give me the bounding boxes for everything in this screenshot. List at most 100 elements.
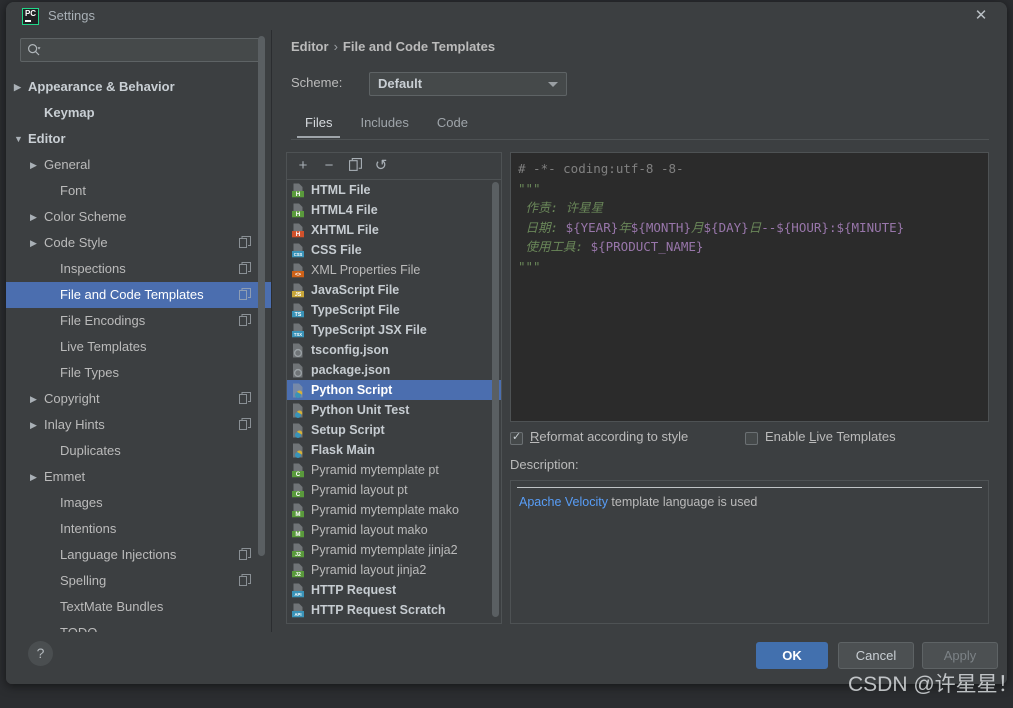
chevron-right-icon[interactable]: ▶ (30, 386, 40, 412)
template-list-item[interactable]: <> XML Properties File (287, 260, 501, 280)
templates-list: H HTML File H HTML4 File H XHTML File CSS CSS F… (287, 180, 501, 623)
sidebar-item-general[interactable]: ▶ General (6, 152, 271, 178)
apache-velocity-link[interactable]: Apache Velocity (519, 495, 608, 509)
template-list-item[interactable]: Setup Script (287, 420, 501, 440)
templates-scrollbar[interactable] (492, 182, 499, 617)
template-label: XHTML File (311, 223, 379, 237)
template-list-item[interactable]: Flask Main (287, 440, 501, 460)
sidebar-item-editor[interactable]: ▼ Editor (6, 126, 271, 152)
copy-template-button[interactable] (345, 156, 365, 176)
template-list-item[interactable]: Python Script (287, 380, 501, 400)
sidebar-item-inspections[interactable]: Inspections (6, 256, 271, 282)
chevron-right-icon[interactable]: ▶ (30, 152, 40, 178)
template-list-item[interactable]: M Pyramid mytemplate mako (287, 500, 501, 520)
chevron-down-icon[interactable]: ▼ (14, 126, 24, 152)
tab-code[interactable]: Code (423, 110, 482, 138)
template-list-item[interactable]: API HTTP Request (287, 580, 501, 600)
reset-template-button[interactable]: ↺ (371, 156, 391, 176)
template-list-item[interactable]: H HTML4 File (287, 200, 501, 220)
template-label: Pyramid mytemplate pt (311, 463, 439, 477)
close-icon[interactable]: ✕ (973, 8, 989, 24)
add-template-button[interactable]: + (293, 156, 313, 176)
title-bar: PC Settings ✕ (6, 2, 1007, 30)
sidebar-item-label: Font (60, 183, 87, 198)
sidebar-scrollbar[interactable] (258, 36, 265, 556)
template-list-item[interactable]: tsconfig.json (287, 340, 501, 360)
cancel-button[interactable]: Cancel (838, 642, 914, 669)
tab-files[interactable]: Files (291, 110, 346, 138)
tab-includes[interactable]: Includes (346, 110, 422, 138)
sidebar-item-duplicates[interactable]: Duplicates (6, 438, 271, 464)
sidebar-item-file-types[interactable]: File Types (6, 360, 271, 386)
template-list-item[interactable]: H XHTML File (287, 220, 501, 240)
sidebar-item-file-and-code-templates[interactable]: File and Code Templates (6, 282, 271, 308)
sidebar-item-live-templates[interactable]: Live Templates (6, 334, 271, 360)
template-list-item[interactable]: CoffeeScript File (287, 620, 501, 623)
svg-text:TSX: TSX (294, 332, 302, 337)
chevron-right-icon[interactable]: ▶ (30, 204, 40, 230)
template-list-item[interactable]: TSX TypeScript JSX File (287, 320, 501, 340)
help-button[interactable]: ? (28, 641, 53, 666)
sidebar-item-emmet[interactable]: ▶ Emmet (6, 464, 271, 490)
sidebar-item-appearance-behavior[interactable]: ▶ Appearance & Behavior (6, 74, 271, 100)
template-list-item[interactable]: H HTML File (287, 180, 501, 200)
copy-settings-icon (239, 392, 251, 404)
description-text: Apache Velocity template language is use… (519, 495, 757, 509)
checkbox-label[interactable]: Reformat according to style (530, 429, 688, 444)
template-code[interactable]: # -*- coding:utf-8 -8- """ 作责: 许星星 日期: ${… (518, 159, 988, 276)
search-box[interactable] (20, 38, 260, 63)
toolbar-glyph: + (298, 157, 308, 174)
chevron-right-icon[interactable]: ▶ (14, 74, 24, 100)
description-panel[interactable]: Apache Velocity template language is use… (510, 480, 989, 624)
template-editor[interactable]: # -*- coding:utf-8 -8- """ 作责: 许星星 日期: ${… (510, 152, 989, 422)
template-list-item[interactable]: Python Unit Test (287, 400, 501, 420)
breadcrumb-parent[interactable]: Editor (291, 39, 329, 54)
ok-button[interactable]: OK (756, 642, 828, 669)
sidebar-item-color-scheme[interactable]: ▶ Color Scheme (6, 204, 271, 230)
sidebar-item-keymap[interactable]: Keymap (6, 100, 271, 126)
button-label: OK (782, 648, 802, 663)
chevron-right-icon[interactable]: ▶ (30, 230, 40, 256)
sidebar-item-spelling[interactable]: Spelling (6, 568, 271, 594)
svg-text:CSS: CSS (294, 252, 303, 257)
template-list-item[interactable]: C Pyramid layout pt (287, 480, 501, 500)
template-label: Pyramid layout mako (311, 523, 428, 537)
template-list-item[interactable]: package.json (287, 360, 501, 380)
template-list-item[interactable]: JS JavaScript File (287, 280, 501, 300)
template-list-item[interactable]: C Pyramid mytemplate pt (287, 460, 501, 480)
sidebar-item-todo[interactable]: TODO (6, 620, 271, 632)
sidebar-item-font[interactable]: Font (6, 178, 271, 204)
checkbox-label[interactable]: Enable Live Templates (765, 429, 896, 444)
sidebar-item-images[interactable]: Images (6, 490, 271, 516)
sidebar-item-copyright[interactable]: ▶ Copyright (6, 386, 271, 412)
chevron-down-icon (548, 82, 558, 87)
search-input[interactable] (47, 39, 251, 63)
scheme-dropdown[interactable]: Default (369, 72, 567, 96)
sidebar-item-inlay-hints[interactable]: ▶ Inlay Hints (6, 412, 271, 438)
copy-icon (348, 158, 362, 171)
checkbox-reformat-according-to-style[interactable] (510, 430, 523, 445)
svg-text:C: C (296, 471, 301, 478)
chevron-right-icon[interactable]: ▶ (30, 412, 40, 438)
sidebar-item-language-injections[interactable]: Language Injections (6, 542, 271, 568)
template-list-item[interactable]: M Pyramid layout mako (287, 520, 501, 540)
template-list-item[interactable]: J2 Pyramid layout jinja2 (287, 560, 501, 580)
code-token: -- (761, 219, 777, 235)
template-list-item[interactable]: API HTTP Request Scratch (287, 600, 501, 620)
sidebar-item-file-encodings[interactable]: File Encodings (6, 308, 271, 334)
svg-text:TS: TS (295, 312, 302, 318)
screen: PC Settings ✕ ▶ Appearance & Behavior Keym… (0, 0, 1013, 708)
remove-template-button[interactable]: − (319, 156, 339, 176)
sidebar-item-textmate-bundles[interactable]: TextMate Bundles (6, 594, 271, 620)
template-label: HTTP Request (311, 583, 397, 597)
scheme-value: Default (378, 76, 423, 91)
copy-settings-icon (239, 574, 251, 586)
checkbox-enable-live-templates[interactable] (745, 432, 758, 445)
template-list-item[interactable]: CSS CSS File (287, 240, 501, 260)
chevron-right-icon[interactable]: ▶ (30, 464, 40, 490)
sidebar-item-code-style[interactable]: ▶ Code Style (6, 230, 271, 256)
template-list-item[interactable]: TS TypeScript File (287, 300, 501, 320)
sidebar-item-intentions[interactable]: Intentions (6, 516, 271, 542)
label-pre: Enable (765, 429, 810, 444)
template-list-item[interactable]: J2 Pyramid mytemplate jinja2 (287, 540, 501, 560)
